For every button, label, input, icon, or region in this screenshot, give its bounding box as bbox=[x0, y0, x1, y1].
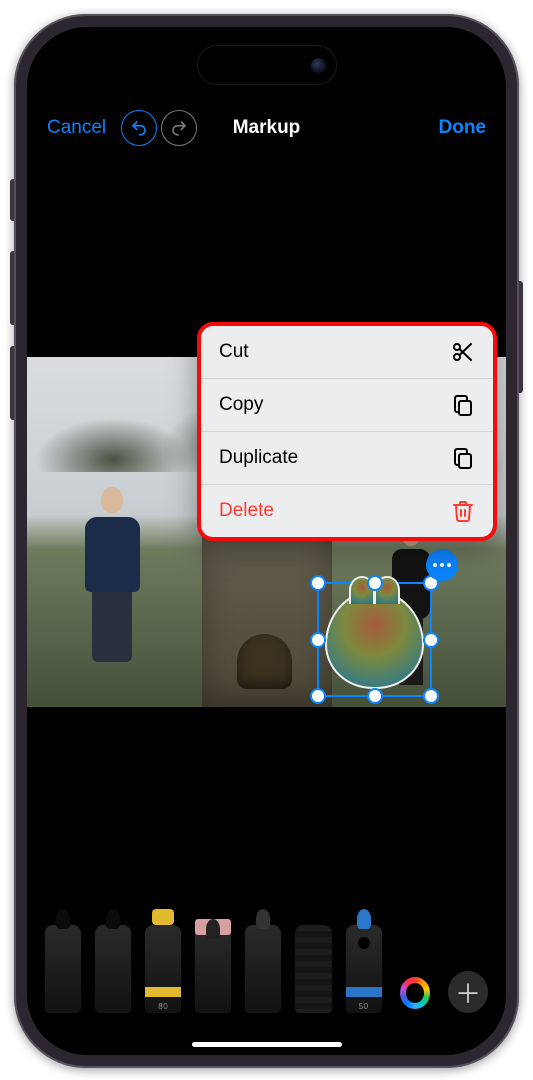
markup-tool-tray: 80 50 ＋ bbox=[27, 923, 506, 1031]
lasso-tool[interactable]: 50 bbox=[346, 925, 382, 1013]
undo-button[interactable] bbox=[121, 110, 157, 146]
phone-frame: Cancel Markup Done bbox=[14, 14, 519, 1068]
ruler-tool[interactable] bbox=[295, 925, 331, 1013]
context-menu-duplicate[interactable]: Duplicate bbox=[201, 431, 493, 484]
done-button[interactable]: Done bbox=[439, 117, 487, 139]
add-annotation-button[interactable]: ＋ bbox=[448, 971, 488, 1013]
context-menu-label: Copy bbox=[219, 394, 263, 416]
dynamic-island bbox=[197, 45, 337, 85]
tool-size-label: 80 bbox=[158, 1002, 168, 1011]
redo-button[interactable] bbox=[161, 110, 197, 146]
person-left bbox=[72, 487, 152, 667]
context-menu-cut[interactable]: Cut bbox=[201, 326, 493, 378]
volume-down-button bbox=[10, 346, 14, 420]
pencil-tool[interactable] bbox=[245, 925, 281, 1013]
cat-on-stump bbox=[237, 634, 292, 689]
ellipsis-dot-icon bbox=[440, 563, 444, 567]
page-title: Markup bbox=[233, 117, 301, 139]
ellipsis-dot-icon bbox=[433, 563, 437, 567]
front-camera-icon bbox=[311, 58, 326, 73]
side-button bbox=[519, 281, 523, 393]
resize-handle-bottom-right[interactable] bbox=[423, 688, 439, 704]
context-menu-label: Cut bbox=[219, 341, 249, 363]
plus-icon: ＋ bbox=[455, 974, 481, 1011]
color-picker-button[interactable] bbox=[396, 973, 434, 1013]
ringer-switch bbox=[10, 179, 14, 221]
resize-handle-top-left[interactable] bbox=[310, 575, 326, 591]
context-menu-delete[interactable]: Delete bbox=[201, 484, 493, 537]
context-menu: Cut Copy Duplicate Delete bbox=[197, 322, 497, 541]
undo-redo-group bbox=[121, 110, 197, 146]
highlighter-tool[interactable]: 80 bbox=[145, 925, 181, 1013]
resize-handle-top-middle[interactable] bbox=[367, 575, 383, 591]
volume-up-button bbox=[10, 251, 14, 325]
screen: Cancel Markup Done bbox=[27, 27, 506, 1055]
tool-size-label: 50 bbox=[359, 1002, 369, 1011]
navbar-left-group: Cancel bbox=[47, 110, 197, 146]
resize-handle-middle-right[interactable] bbox=[423, 632, 439, 648]
undo-icon bbox=[130, 119, 148, 137]
home-indicator[interactable] bbox=[192, 1042, 342, 1047]
felt-tip-tool[interactable] bbox=[95, 925, 131, 1013]
resize-handle-bottom-middle[interactable] bbox=[367, 688, 383, 704]
copy-icon bbox=[451, 446, 475, 470]
context-menu-label: Delete bbox=[219, 500, 274, 522]
markup-navbar: Cancel Markup Done bbox=[27, 102, 506, 154]
resize-handle-middle-left[interactable] bbox=[310, 632, 326, 648]
more-options-button[interactable] bbox=[426, 549, 458, 581]
sticker-object[interactable] bbox=[325, 590, 424, 689]
selected-object-bounding-box[interactable] bbox=[317, 582, 432, 697]
scissors-icon bbox=[451, 340, 475, 364]
eraser-tool[interactable] bbox=[195, 925, 231, 1013]
redo-icon bbox=[170, 119, 188, 137]
trash-icon bbox=[451, 499, 475, 523]
cancel-button[interactable]: Cancel bbox=[47, 117, 106, 139]
context-menu-copy[interactable]: Copy bbox=[201, 378, 493, 431]
pen-tool[interactable] bbox=[45, 925, 81, 1013]
resize-handle-bottom-left[interactable] bbox=[310, 688, 326, 704]
ellipsis-dot-icon bbox=[447, 563, 451, 567]
context-menu-label: Duplicate bbox=[219, 447, 298, 469]
copy-icon bbox=[451, 393, 475, 417]
